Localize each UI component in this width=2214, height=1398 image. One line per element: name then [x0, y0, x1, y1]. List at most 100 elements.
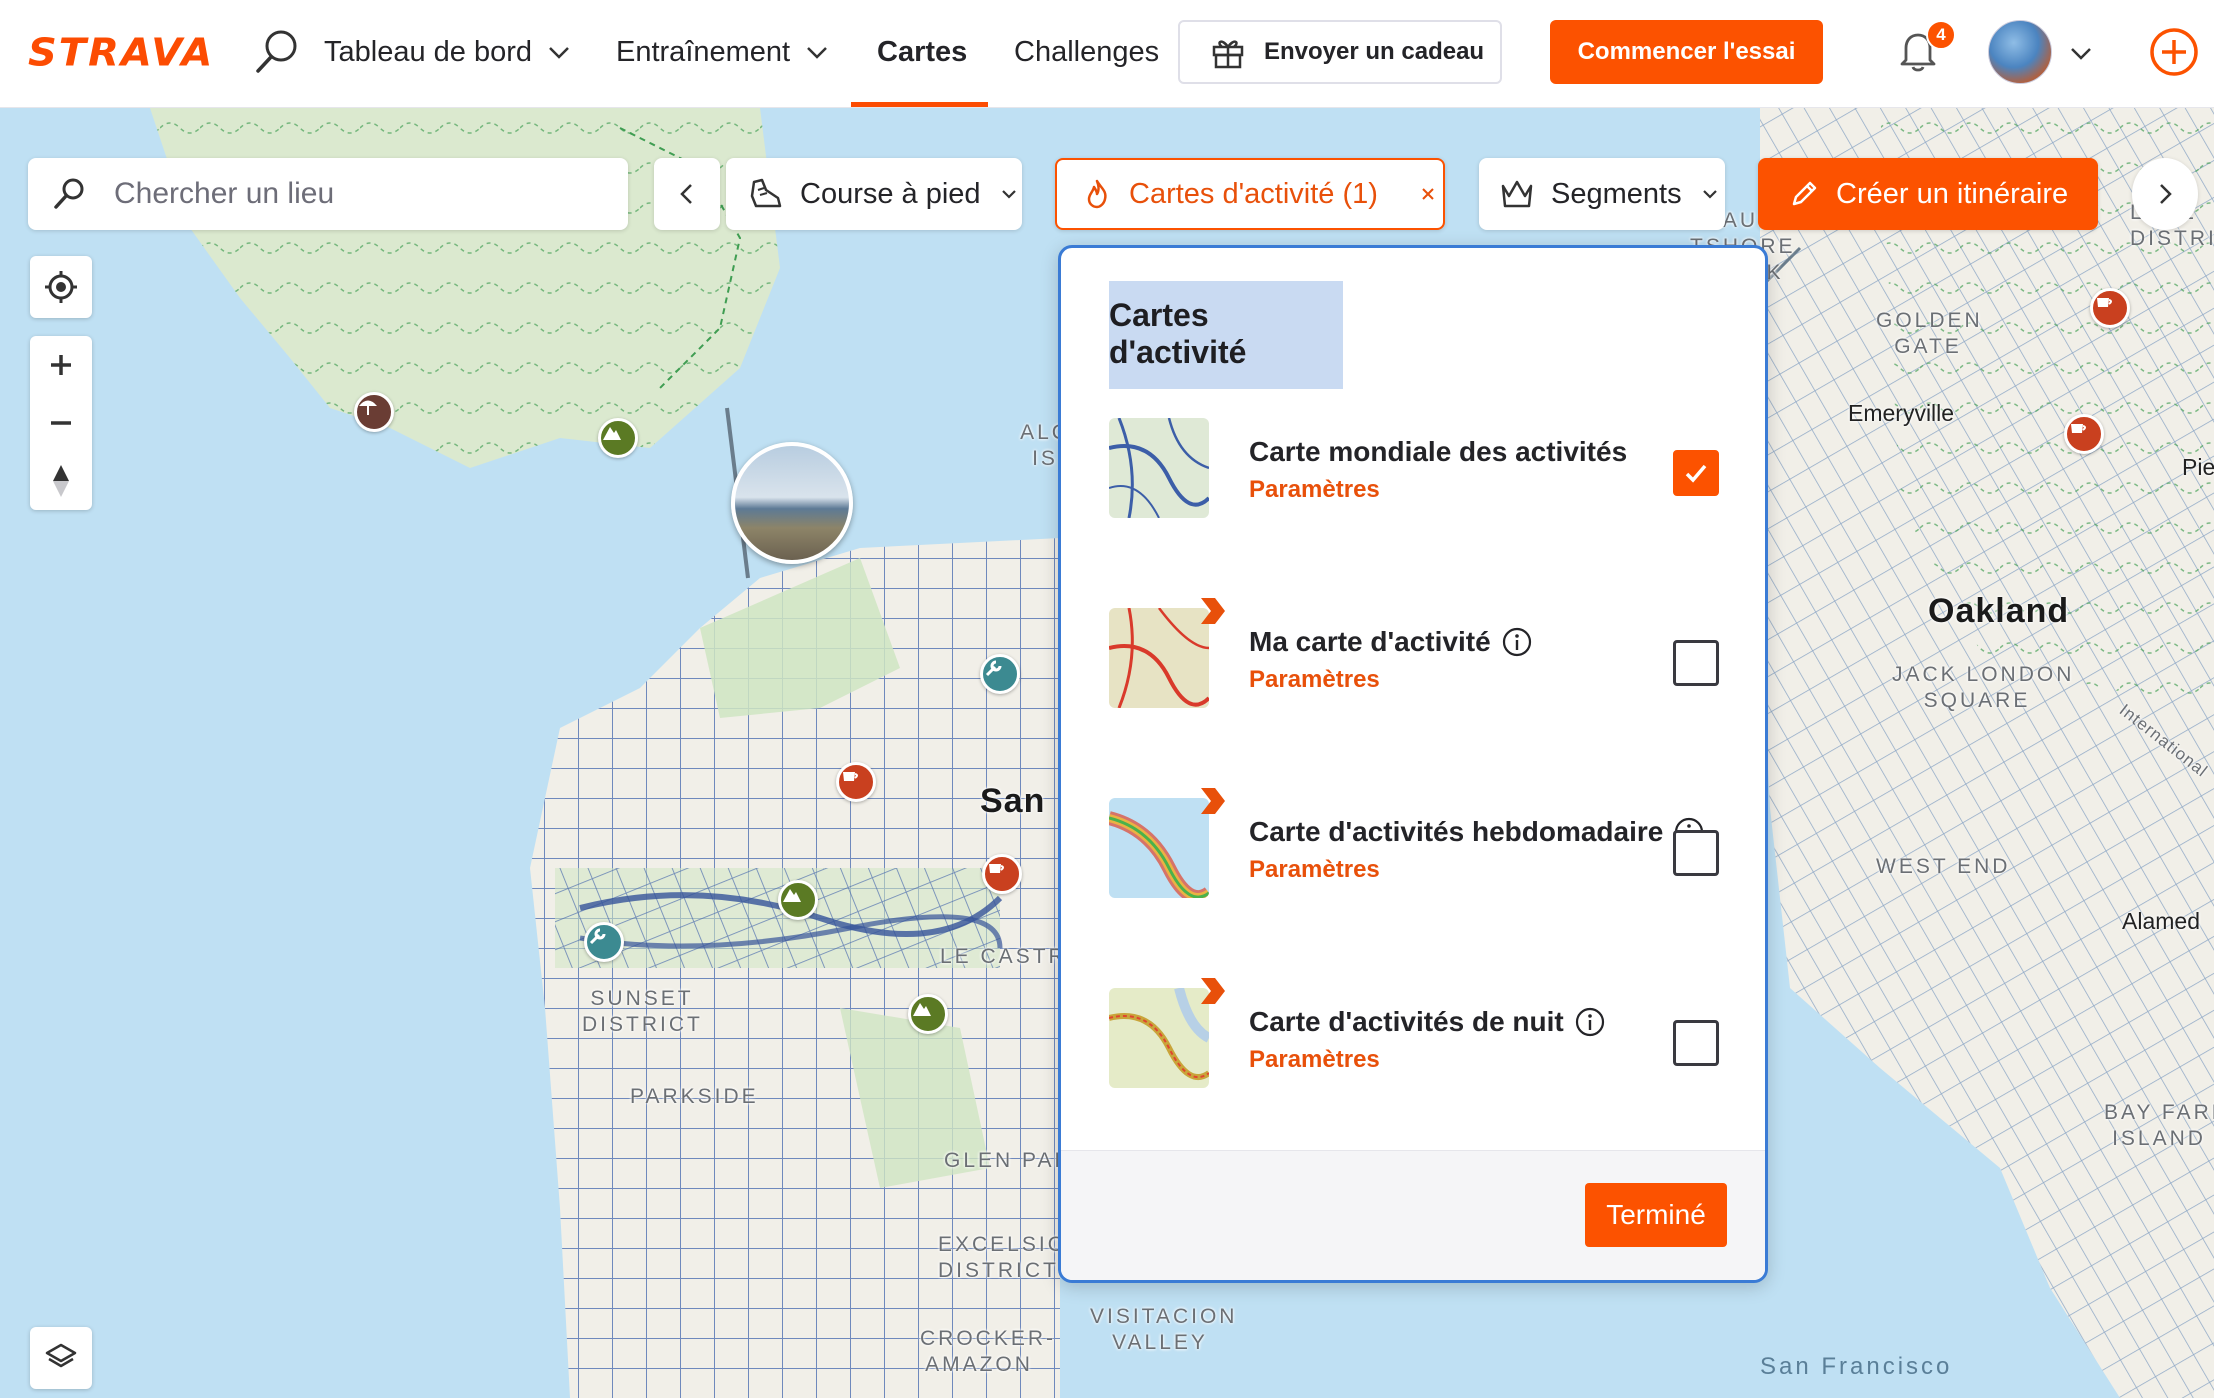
layer-name-personal: Ma carte d'activité — [1249, 626, 1491, 657]
night-heatmap-thumbnail — [1109, 988, 1209, 1088]
locate-target-icon — [45, 271, 77, 303]
nav-training-label: Entraînement — [616, 35, 791, 68]
segments-crown-icon — [1501, 180, 1533, 208]
scroll-left-button[interactable] — [654, 158, 720, 230]
info-icon[interactable] — [1501, 626, 1533, 658]
chevron-right-icon — [2160, 184, 2172, 204]
nav-maps[interactable]: Cartes — [877, 32, 967, 72]
zoom-out-button[interactable] — [30, 394, 92, 452]
layer-row-weekly-heatmap[interactable]: Carte d'activités hebdomadaire Paramètre… — [1109, 788, 1729, 908]
done-button[interactable]: Terminé — [1585, 1183, 1727, 1247]
nav-dashboard-label: Tableau de bord — [324, 35, 532, 68]
layer-name-weekly: Carte d'activités hebdomadaire — [1249, 816, 1664, 847]
map-label-piedmont: Pie — [2182, 454, 2214, 480]
map-label-emeryville: Emeryville — [1848, 400, 1955, 426]
start-trial-button[interactable]: Commencer l'essai — [1550, 20, 1823, 84]
map-label-jack-london: JACK LONDON SQUARE — [1892, 663, 2075, 712]
send-gift-label: Envoyer un cadeau — [1264, 38, 1485, 65]
map-label-west-end: WEST END — [1876, 855, 2011, 878]
layer-checkbox-global[interactable] — [1673, 450, 1719, 496]
layer-checkbox-personal[interactable] — [1673, 640, 1719, 686]
heatmaps-panel: Cartes d'activité Carte mondiale des act… — [1058, 245, 1768, 1283]
layer-settings-link[interactable]: Paramètres — [1249, 856, 1380, 884]
notification-badge: 4 — [1926, 20, 1956, 50]
location-search-input[interactable] — [114, 177, 594, 211]
park-poi-icon[interactable] — [778, 880, 818, 920]
layer-checkbox-night[interactable] — [1673, 1020, 1719, 1066]
layer-name-night: Carte d'activités de nuit — [1249, 1006, 1564, 1037]
search-icon — [54, 178, 84, 209]
layer-row-personal-heatmap[interactable]: Ma carte d'activité Paramètres — [1109, 598, 1729, 718]
segments-dropdown[interactable]: Segments — [1479, 158, 1725, 230]
layer-settings-link[interactable]: Paramètres — [1249, 1046, 1380, 1074]
cafe-poi-icon[interactable] — [2090, 288, 2130, 328]
chevron-down-icon — [1001, 190, 1016, 199]
pencil-icon — [1792, 181, 1817, 206]
top-navigation: STRAVA Tableau de bord Entraînement Cart… — [0, 0, 2214, 108]
subscriber-badge-icon — [1201, 598, 1225, 624]
heatmaps-label: Cartes d'activité (1) — [1129, 177, 1378, 210]
strava-logo[interactable]: STRAVA — [28, 31, 214, 75]
cafe-poi-icon[interactable] — [2064, 414, 2104, 454]
avatar[interactable] — [1988, 20, 2052, 84]
bike-repair-poi-icon[interactable] — [980, 654, 1020, 694]
nav-challenges[interactable]: Challenges — [1014, 32, 1159, 72]
map-label-golden-gate: GOLDEN GATE — [1876, 309, 1983, 358]
park-poi-icon[interactable] — [908, 994, 948, 1034]
zoom-in-button[interactable] — [30, 336, 92, 394]
map-label-san-francisco: San — [980, 782, 1046, 820]
send-gift-button[interactable]: Envoyer un cadeau — [1178, 20, 1502, 84]
nav-maps-label: Cartes — [877, 35, 968, 68]
location-search[interactable] — [28, 158, 628, 230]
park-poi-icon[interactable] — [598, 418, 638, 458]
layer-checkbox-weekly[interactable] — [1673, 830, 1719, 876]
create-route-button[interactable]: Créer un itinéraire — [1758, 158, 2098, 230]
running-shoe-icon — [750, 178, 782, 208]
sport-type-label: Course à pied — [800, 177, 981, 210]
heatmaps-dropdown[interactable]: Cartes d'activité (1) — [1055, 158, 1445, 230]
chevron-left-icon — [680, 184, 692, 204]
nav-training[interactable]: Entraînement — [616, 32, 832, 72]
heatmap-flame-icon — [1087, 179, 1107, 209]
layer-row-global-heatmap[interactable]: Carte mondiale des activités Paramètres — [1109, 418, 1729, 528]
map-label-crocker-amazon: CROCKER- AMAZON — [920, 1327, 1057, 1376]
map-label-excelsior: EXCELSIOR DISTRICT — [938, 1233, 1086, 1282]
map-label-bay-farm: BAY FARM ISLAND — [2104, 1101, 2214, 1150]
create-route-label: Créer un itinéraire — [1836, 177, 2069, 210]
layer-settings-link[interactable]: Paramètres — [1249, 666, 1380, 694]
bike-repair-poi-icon[interactable] — [584, 922, 624, 962]
locate-me-button[interactable] — [30, 256, 92, 318]
segments-label: Segments — [1551, 177, 1682, 210]
map-label-alameda: Alamed — [2122, 908, 2200, 934]
plus-icon — [51, 355, 71, 375]
chevron-down-icon — [1702, 190, 1717, 199]
map-layers-button[interactable] — [30, 1327, 92, 1389]
chevron-down-icon[interactable] — [2066, 38, 2096, 68]
map-label-visitacion: VISITACION VALLEY — [1090, 1305, 1238, 1354]
map-label-glen-park: GLEN PAR — [944, 1149, 1073, 1172]
cafe-poi-icon[interactable] — [836, 762, 876, 802]
photo-marker[interactable] — [731, 442, 853, 564]
layer-row-night-heatmap[interactable]: Carte d'activités de nuit Paramètres — [1109, 978, 1729, 1098]
gift-icon — [1212, 40, 1244, 69]
subscriber-badge-icon — [1201, 788, 1225, 814]
layer-settings-link[interactable]: Paramètres — [1249, 476, 1380, 504]
scroll-right-button[interactable] — [2132, 158, 2198, 230]
search-icon[interactable] — [250, 26, 302, 78]
compass-icon — [53, 465, 69, 497]
close-icon[interactable] — [1418, 184, 1438, 204]
nav-dashboard[interactable]: Tableau de bord — [324, 32, 574, 72]
compass-button[interactable] — [30, 452, 92, 510]
checkmark-icon — [1685, 464, 1707, 483]
sport-type-dropdown[interactable]: Course à pied — [726, 158, 1022, 230]
panel-title: Cartes d'activité — [1109, 281, 1343, 389]
beach-poi-icon[interactable] — [354, 392, 394, 432]
personal-heatmap-thumbnail — [1109, 608, 1209, 708]
plus-circle-icon[interactable] — [2148, 26, 2200, 78]
panel-footer: Terminé — [1061, 1150, 1765, 1280]
nav-challenges-label: Challenges — [1014, 35, 1160, 68]
cafe-poi-icon[interactable] — [982, 854, 1022, 894]
nav-active-indicator — [851, 102, 988, 107]
info-icon[interactable] — [1574, 1006, 1606, 1038]
map-label-sf-bay: San Francisco — [1760, 1353, 1953, 1380]
